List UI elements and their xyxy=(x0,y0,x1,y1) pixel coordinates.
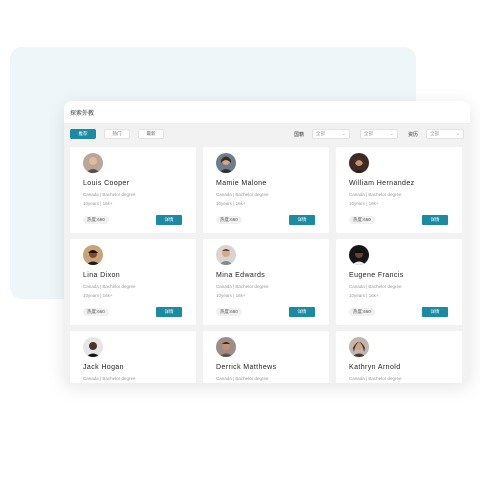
teacher-meta: Canada | Bachelor degree xyxy=(216,192,269,197)
avatar xyxy=(83,245,103,265)
teacher-experience: 10years | 16k+ xyxy=(349,201,379,206)
teacher-name: Derrick Matthews xyxy=(216,364,277,371)
avatar xyxy=(349,337,369,357)
nationality-select[interactable]: 全部 ⌄ xyxy=(311,129,350,139)
details-button[interactable]: 详情 xyxy=(156,215,182,225)
teacher-card: William Hernandez Canada | Bachelor degr… xyxy=(336,147,462,233)
teacher-experience: 10years | 16k+ xyxy=(349,293,379,298)
teacher-meta: Canada | Bachelor degree xyxy=(349,284,402,289)
teacher-card-grid: Louis Cooper Canada | Bachelor degree 10… xyxy=(70,147,462,383)
qualification-select[interactable]: 全部 ⌄ xyxy=(426,129,464,139)
details-button[interactable]: 详情 xyxy=(289,307,315,317)
teacher-name: Lina Dixon xyxy=(83,272,121,279)
teacher-name: Mamie Malone xyxy=(216,180,267,187)
avatar xyxy=(349,245,369,265)
teacher-name: Jack Hogan xyxy=(83,364,124,371)
avatar xyxy=(349,153,369,173)
avatar xyxy=(216,245,236,265)
teacher-card: Jack Hogan Canada | Bachelor degree xyxy=(70,331,196,383)
heat-badge: 热度:660 xyxy=(349,308,375,316)
teacher-meta: Canada | Bachelor degree xyxy=(83,192,136,197)
avatar xyxy=(216,153,236,173)
teacher-experience: 10years | 16k+ xyxy=(216,201,246,206)
heat-badge: 热度:660 xyxy=(349,216,375,224)
teacher-card: Mamie Malone Canada | Bachelor degree 10… xyxy=(203,147,329,233)
details-button[interactable]: 详情 xyxy=(289,215,315,225)
teacher-card: Mina Edwards Canada | Bachelor degree 10… xyxy=(203,239,329,325)
region-select[interactable]: 全部 ⌄ xyxy=(359,129,398,139)
nationality-label: 国籍 xyxy=(293,131,304,138)
teacher-name: Kathryn Arnold xyxy=(349,364,401,371)
teacher-meta: Canada | Bachelor degree xyxy=(349,376,402,381)
avatar xyxy=(83,337,103,357)
teacher-experience: 10years | 16k+ xyxy=(83,293,113,298)
avatar xyxy=(83,153,103,173)
filter-toolbar: 推荐 热门 最新 国籍 全部 ⌄ 全部 ⌄ 资历 全部 ⌄ xyxy=(70,128,464,140)
teacher-meta: Canada | Bachelor degree xyxy=(216,376,269,381)
teacher-name: Louis Cooper xyxy=(83,180,130,187)
teacher-experience: 10years | 16k+ xyxy=(83,201,113,206)
chevron-down-icon: ⌄ xyxy=(341,131,346,137)
qualification-select-value: 全部 xyxy=(430,131,439,136)
teacher-card: Eugene Francis Canada | Bachelor degree … xyxy=(336,239,462,325)
teacher-card: Lina Dixon Canada | Bachelor degree 10ye… xyxy=(70,239,196,325)
heat-badge: 热度:660 xyxy=(216,216,242,224)
teacher-name: Mina Edwards xyxy=(216,272,266,279)
details-button[interactable]: 详情 xyxy=(422,307,448,317)
teacher-meta: Canada | Bachelor degree xyxy=(349,192,402,197)
tab-recommended[interactable]: 推荐 xyxy=(70,129,96,139)
teacher-meta: Canada | Bachelor degree xyxy=(83,284,136,289)
heat-badge: 热度:660 xyxy=(83,216,109,224)
teacher-name: Eugene Francis xyxy=(349,272,404,279)
teacher-meta: Canada | Bachelor degree xyxy=(83,376,136,381)
details-button[interactable]: 详情 xyxy=(156,307,182,317)
avatar xyxy=(216,337,236,357)
teacher-card: Kathryn Arnold Canada | Bachelor degree xyxy=(336,331,462,383)
tab-popular[interactable]: 热门 xyxy=(104,129,130,139)
heat-badge: 热度:660 xyxy=(83,308,109,316)
region-select-value: 全部 xyxy=(363,131,373,136)
details-button[interactable]: 详情 xyxy=(422,215,448,225)
teacher-card: Louis Cooper Canada | Bachelor degree 10… xyxy=(70,147,196,233)
heat-badge: 热度:660 xyxy=(216,308,242,316)
tab-newest[interactable]: 最新 xyxy=(138,129,164,139)
qualification-label: 资历 xyxy=(407,131,418,138)
teacher-card: Derrick Matthews Canada | Bachelor degre… xyxy=(203,331,329,383)
teacher-meta: Canada | Bachelor degree xyxy=(216,284,269,289)
teacher-experience: 10years | 16k+ xyxy=(216,293,246,298)
chevron-down-icon: ⌄ xyxy=(389,131,394,137)
teacher-explorer-window: 探索外教 推荐 热门 最新 国籍 全部 ⌄ 全部 ⌄ 资历 全部 ⌄ Louis… xyxy=(64,101,470,383)
nationality-select-value: 全部 xyxy=(315,131,325,136)
teacher-name: William Hernandez xyxy=(349,180,415,187)
chevron-down-icon: ⌄ xyxy=(455,131,460,137)
window-title: 探索外教 xyxy=(64,101,470,124)
